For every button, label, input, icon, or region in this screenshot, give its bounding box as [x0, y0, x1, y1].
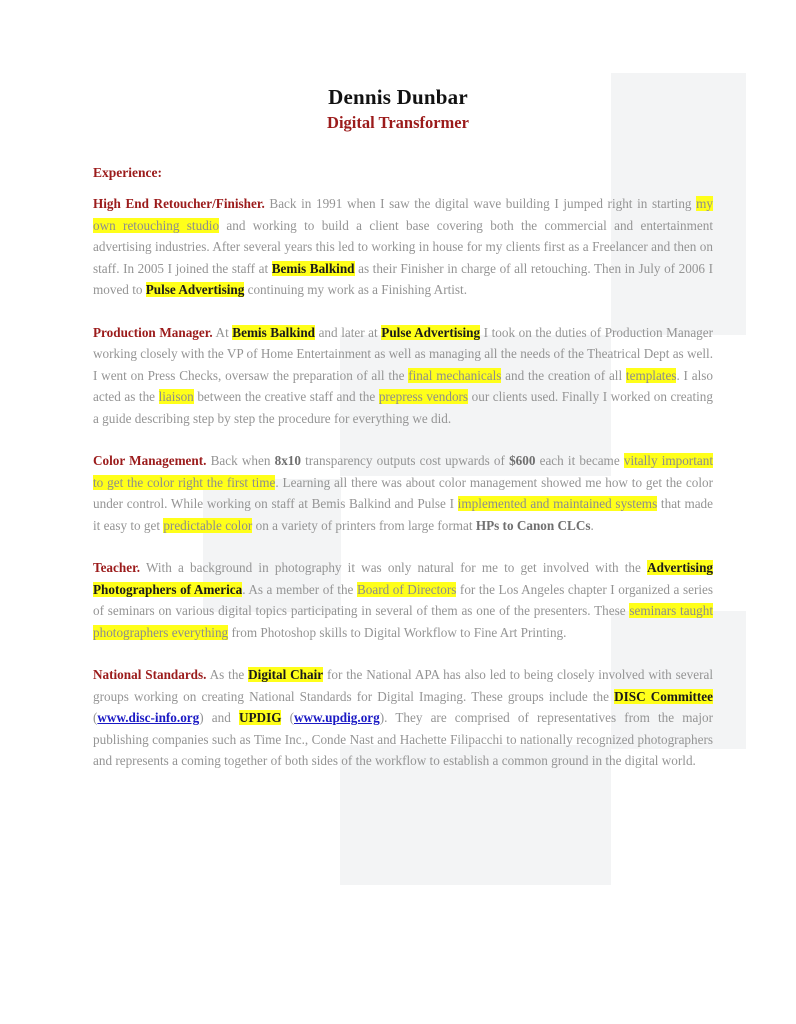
- highlighted-text: predictable color: [163, 517, 253, 533]
- body-text: Back when: [206, 453, 275, 469]
- body-text: Back in 1991 when I saw the digital wave…: [264, 196, 697, 212]
- resume-paragraph: Production Manager. At Bemis Balkind and…: [93, 322, 713, 430]
- page-title: Dennis Dunbar: [328, 85, 468, 109]
- document-page: Dennis Dunbar Digital Transformer Experi…: [0, 0, 796, 1024]
- body-text: and later at: [315, 324, 382, 340]
- highlighted-text: liaison: [158, 389, 194, 405]
- external-link[interactable]: www.disc-info.org: [97, 710, 199, 725]
- page-subtitle: Digital Transformer: [327, 113, 469, 133]
- emphasized-text: $600: [509, 453, 536, 469]
- resume-paragraph: High End Retoucher/Finisher. Back in 199…: [93, 193, 713, 301]
- body-text: and the creation of all: [501, 367, 626, 383]
- document-body: Experience: High End Retoucher/Finisher.…: [0, 165, 796, 772]
- body-text: (: [281, 710, 294, 726]
- highlighted-strong: Digital Chair: [248, 667, 324, 683]
- external-link[interactable]: www.updig.org: [294, 710, 380, 725]
- emphasized-text: HPs to Canon CLCs: [475, 517, 591, 533]
- body-text: on a variety of printers from large form…: [252, 517, 476, 533]
- paragraph-lead-heading: Teacher.: [93, 560, 141, 576]
- highlighted-strong: Bemis Balkind: [232, 324, 316, 340]
- highlighted-strong: DISC Committee: [614, 688, 713, 704]
- body-text: With a background in photography it was …: [140, 560, 648, 576]
- highlighted-text: implemented and maintained systems: [457, 496, 658, 512]
- paragraph-lead-heading: Production Manager.: [93, 324, 213, 340]
- highlighted-strong: Pulse Advertising: [145, 282, 245, 298]
- highlighted-text: prepress vendors: [378, 389, 469, 405]
- body-text: between the creative staff and the: [193, 389, 379, 405]
- body-text: . As a member of the: [242, 581, 357, 597]
- body-text: ) and: [199, 710, 239, 726]
- highlighted-text: templates: [625, 367, 677, 383]
- emphasized-text: 8x10: [274, 453, 301, 469]
- body-text: transparency outputs cost upwards of: [300, 453, 510, 469]
- body-text: each it became: [535, 453, 624, 469]
- resume-paragraph: Color Management. Back when 8x10 transpa…: [93, 450, 713, 536]
- highlighted-text: final mechanicals: [408, 367, 502, 383]
- highlighted-text: Board of Directors: [356, 581, 457, 597]
- highlighted-strong: Bemis Balkind: [271, 260, 355, 276]
- resume-paragraph: National Standards. As the Digital Chair…: [93, 664, 713, 772]
- body-text: .: [590, 517, 594, 533]
- paragraph-lead-heading: National Standards.: [93, 667, 207, 683]
- highlighted-strong: Pulse Advertising: [381, 324, 481, 340]
- section-heading-experience: Experience:: [93, 165, 162, 181]
- paragraph-lead-heading: Color Management.: [93, 453, 207, 469]
- body-text: continuing my work as a Finishing Artist…: [244, 282, 468, 298]
- resume-paragraph: Teacher. With a background in photograph…: [93, 557, 713, 643]
- paragraph-list: High End Retoucher/Finisher. Back in 199…: [93, 193, 713, 772]
- body-text: At: [212, 324, 233, 340]
- body-text: from Photoshop skills to Digital Workflo…: [228, 624, 567, 640]
- paragraph-lead-heading: High End Retoucher/Finisher.: [93, 196, 265, 212]
- body-text: As the: [206, 667, 249, 683]
- highlighted-strong: UPDIG: [238, 710, 282, 726]
